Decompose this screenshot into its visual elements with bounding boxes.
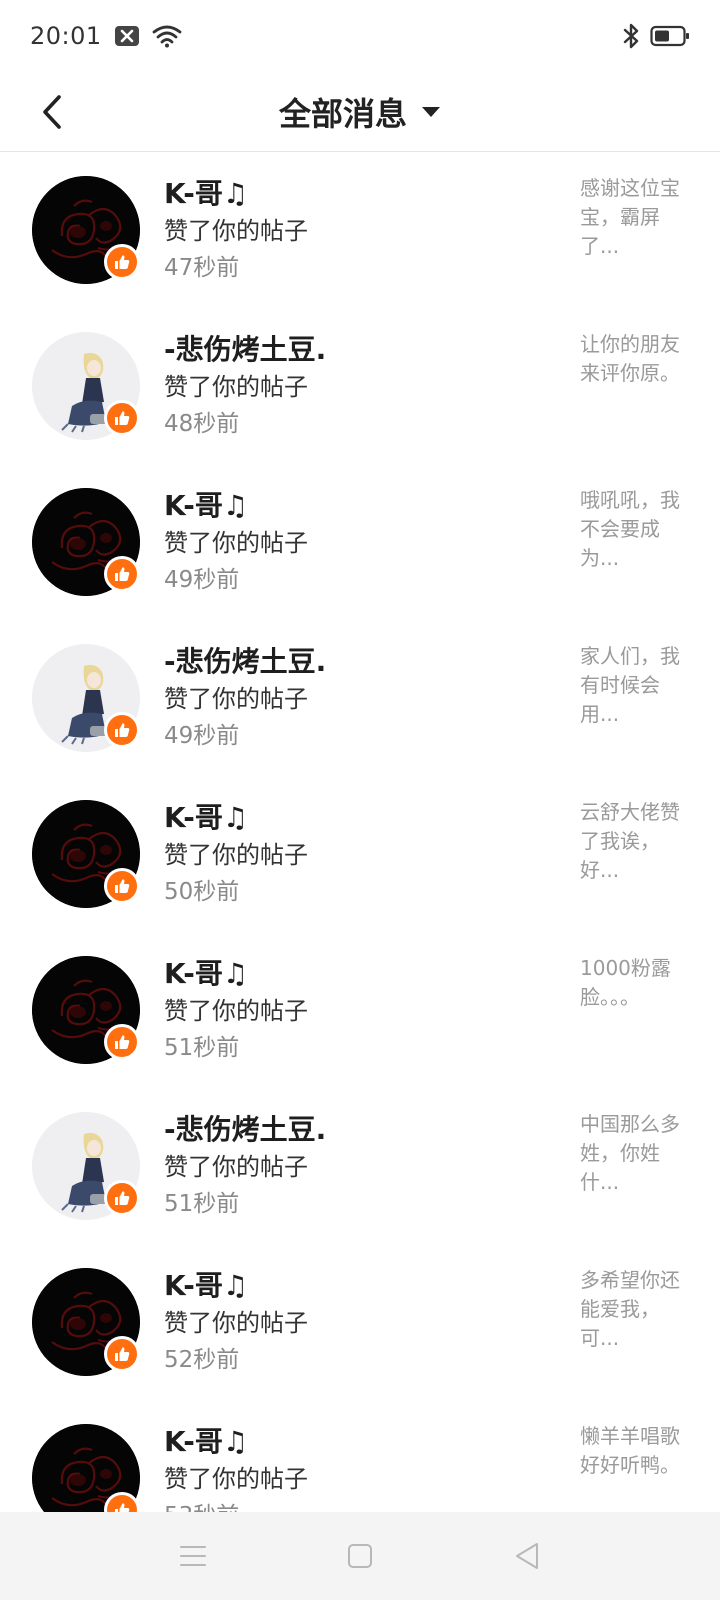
timestamp: 50秒前 [164,879,240,905]
notification-item[interactable]: -悲伤烤土豆. 赞了你的帖子 49秒前 家人们，我有时候会用... [0,620,720,776]
back-button[interactable] [26,86,78,138]
timestamp: 52秒前 [164,1347,240,1373]
action-text: 赞了你的帖子 [164,373,308,401]
thumbs-up-icon [104,712,140,748]
post-preview[interactable]: 让你的朋友来评你原。 [580,330,692,388]
timestamp: 49秒前 [164,723,240,749]
user-name[interactable]: K-哥♫ [164,952,248,992]
status-time: 20:01 [30,22,102,50]
action-text: 赞了你的帖子 [164,217,308,245]
page-title[interactable]: 全部消息 [279,89,407,135]
post-preview[interactable]: 多希望你还能爱我，可... [580,1266,692,1353]
post-preview[interactable]: 懒羊羊唱歌好好听鸭。 [580,1422,692,1480]
back-nav-button[interactable] [497,1526,557,1586]
action-text: 赞了你的帖子 [164,1153,308,1181]
timestamp: 47秒前 [164,255,240,281]
home-button[interactable] [330,1526,390,1586]
notification-item[interactable]: K-哥♫ 赞了你的帖子 52秒前 多希望你还能爱我，可... [0,1244,720,1400]
system-nav-bar [0,1512,720,1600]
caret-down-icon[interactable] [421,105,441,119]
thumbs-up-icon [104,1024,140,1060]
user-name[interactable]: -悲伤烤土豆. [164,640,326,680]
notification-item[interactable]: K-哥♫ 赞了你的帖子 49秒前 哦吼吼，我不会要成为... [0,464,720,620]
status-right [622,22,690,50]
post-preview[interactable]: 中国那么多姓，你姓什... [580,1110,692,1197]
thumbs-up-icon [104,244,140,280]
post-preview[interactable]: 云舒大佬赞了我诶，好... [580,798,692,885]
user-name[interactable]: K-哥♫ [164,1264,248,1304]
user-name[interactable]: K-哥♫ [164,484,248,524]
notification-item[interactable]: K-哥♫ 赞了你的帖子 47秒前 感谢这位宝宝，霸屏了... [0,152,720,308]
home-square-icon [347,1544,372,1568]
thumbs-up-icon [104,1180,140,1216]
header-title-wrap: 全部消息 [0,72,720,152]
timestamp: 51秒前 [164,1035,240,1061]
chevron-left-icon [43,95,61,129]
post-preview[interactable]: 哦吼吼，我不会要成为... [580,486,692,573]
timestamp: 51秒前 [164,1191,240,1217]
screen: 20:01 全部消息 K-哥♫ 赞了你的帖子 47秒前 感谢这位宝宝，霸屏了..… [0,0,720,1600]
action-text: 赞了你的帖子 [164,529,308,557]
thumbs-up-icon [104,1336,140,1372]
action-text: 赞了你的帖子 [164,1309,308,1337]
wifi-icon [152,24,182,48]
user-name[interactable]: -悲伤烤土豆. [164,328,326,368]
timestamp: 48秒前 [164,411,240,437]
back-triangle-icon [515,1543,538,1569]
notification-icon [114,25,140,47]
menu-button[interactable] [163,1526,223,1586]
timestamp: 49秒前 [164,567,240,593]
notification-item[interactable]: -悲伤烤土豆. 赞了你的帖子 48秒前 让你的朋友来评你原。 [0,308,720,464]
user-name[interactable]: K-哥♫ [164,796,248,836]
action-text: 赞了你的帖子 [164,997,308,1025]
header: 全部消息 [0,72,720,152]
thumbs-up-icon [104,868,140,904]
action-text: 赞了你的帖子 [164,685,308,713]
post-preview[interactable]: 家人们，我有时候会用... [580,642,692,729]
post-preview[interactable]: 感谢这位宝宝，霸屏了... [580,174,692,261]
action-text: 赞了你的帖子 [164,1465,308,1493]
battery-icon [650,25,690,47]
status-left: 20:01 [30,22,182,50]
user-name[interactable]: K-哥♫ [164,1420,248,1460]
thumbs-up-icon [104,556,140,592]
notification-list: K-哥♫ 赞了你的帖子 47秒前 感谢这位宝宝，霸屏了... -悲伤烤土豆. 赞了你的帖子… [0,152,720,1556]
bluetooth-icon [622,22,640,50]
user-name[interactable]: K-哥♫ [164,172,248,212]
thumbs-up-icon [104,400,140,436]
menu-icon [180,1546,207,1566]
status-bar: 20:01 [0,0,720,72]
action-text: 赞了你的帖子 [164,841,308,869]
notification-item[interactable]: K-哥♫ 赞了你的帖子 51秒前 1000粉露脸。。。 [0,932,720,1088]
user-name[interactable]: -悲伤烤土豆. [164,1108,326,1148]
notification-item[interactable]: K-哥♫ 赞了你的帖子 50秒前 云舒大佬赞了我诶，好... [0,776,720,932]
notification-item[interactable]: -悲伤烤土豆. 赞了你的帖子 51秒前 中国那么多姓，你姓什... [0,1088,720,1244]
post-preview[interactable]: 1000粉露脸。。。 [580,954,692,1012]
